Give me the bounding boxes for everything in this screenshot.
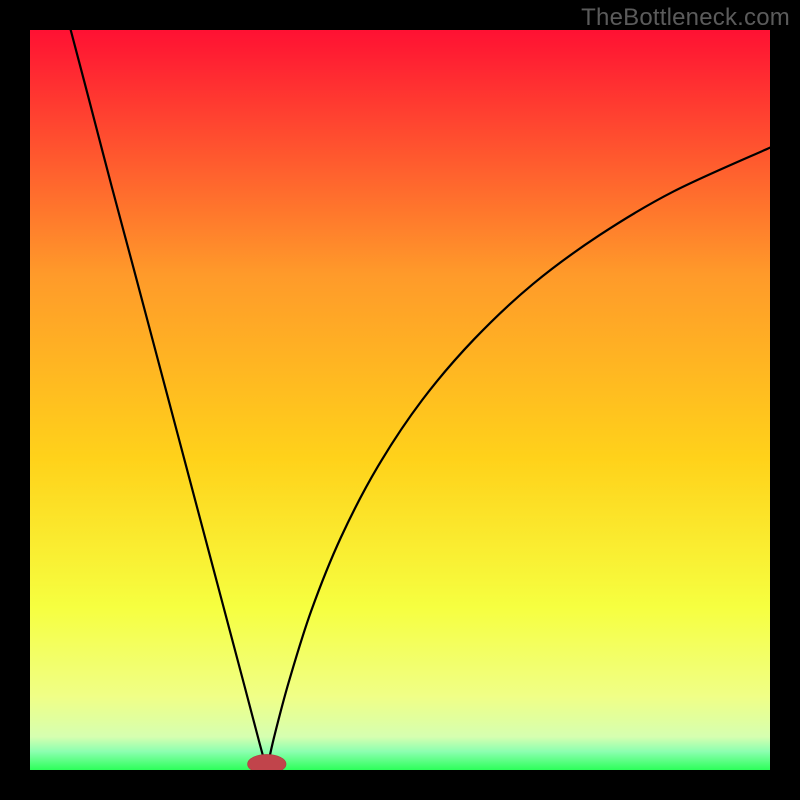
watermark-text: TheBottleneck.com (581, 4, 790, 32)
bottleneck-chart (30, 30, 770, 770)
gradient-background (30, 30, 770, 770)
chart-frame (30, 30, 770, 770)
